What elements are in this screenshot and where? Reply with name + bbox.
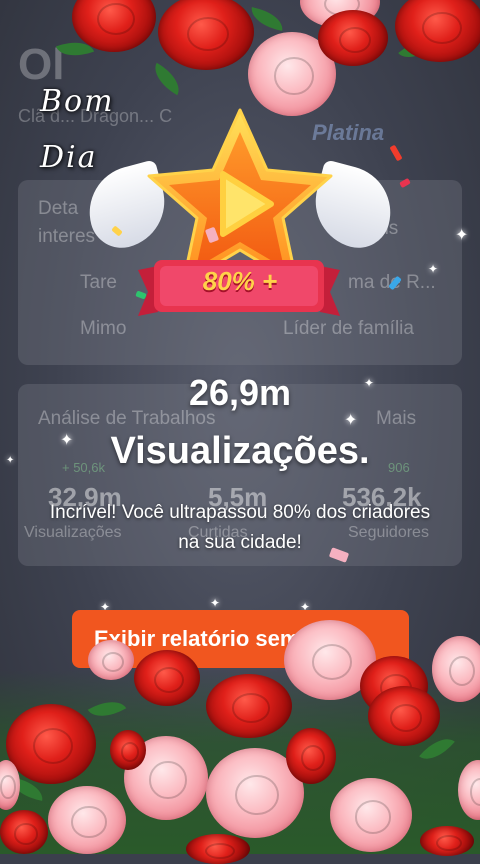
rose [368, 686, 440, 746]
rose [432, 636, 480, 702]
rose [110, 730, 146, 770]
greeting-line-2: Dia [40, 140, 98, 175]
rose [206, 674, 292, 738]
details-row2-left: Mimo [80, 318, 127, 339]
rose [318, 10, 388, 66]
achievement-message: Incrível! Você ultrapassou 80% dos criad… [49, 502, 431, 553]
rose [286, 728, 336, 784]
greeting-line-1: Bom [40, 84, 115, 119]
rose [48, 786, 126, 854]
sparkle-icon: ✦ [428, 262, 439, 276]
details-row1-left: Tare [80, 272, 117, 293]
rose [330, 778, 412, 852]
rose [6, 704, 96, 784]
views-count: 26,9m [188, 372, 292, 413]
details-heading-1: Deta [38, 198, 79, 219]
rose [88, 640, 134, 680]
sparkle-icon: ✦ [455, 227, 469, 244]
badge-percent: 80% + [202, 266, 278, 296]
rose [186, 834, 250, 864]
details-heading-2: interes [38, 226, 96, 247]
rose [420, 826, 474, 856]
sparkle-icon: ✦ [210, 596, 221, 610]
views-label: Visualizações. [110, 430, 370, 472]
rose [0, 810, 48, 854]
rose [134, 650, 200, 706]
